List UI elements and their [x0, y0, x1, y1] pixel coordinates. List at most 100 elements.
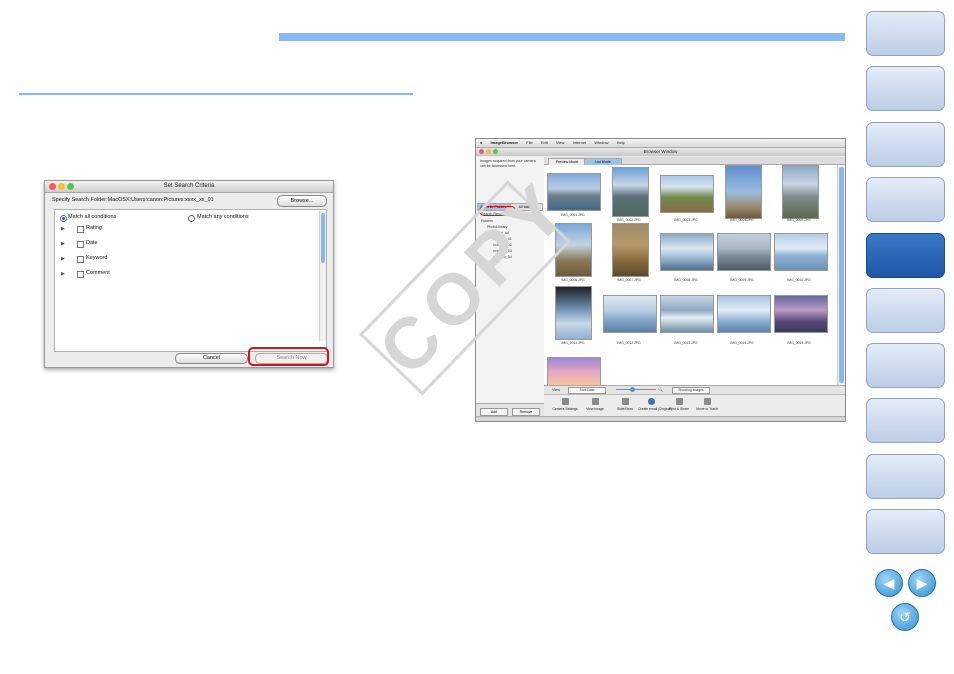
browse-button[interactable]: Browse...	[277, 195, 327, 207]
disclosure-triangle-icon[interactable]: ▶	[61, 241, 65, 247]
set-search-criteria-dialog: Set Search Criteria Specify Search Folde…	[44, 180, 334, 368]
photo-thumbnail[interactable]	[717, 233, 771, 271]
match-any-label: Match any conditions	[197, 214, 249, 220]
menu-file[interactable]: File	[526, 140, 532, 145]
disclosure-triangle-icon[interactable]: ▶	[61, 256, 65, 262]
scrollbar-thumb[interactable]	[839, 167, 844, 383]
move-to-trash-button[interactable]: Move to Trash	[694, 398, 720, 411]
photo-thumbnail[interactable]	[547, 357, 601, 385]
match-all-label: Match all conditions	[68, 214, 117, 220]
rating-label: Rating	[86, 225, 102, 231]
date-label: Date	[86, 240, 98, 246]
nav-tab-9[interactable]	[866, 454, 945, 499]
minimize-window-icon[interactable]	[486, 149, 491, 154]
camera-icon	[561, 398, 569, 405]
menu-view[interactable]: View	[556, 140, 565, 145]
view-bar: View Shot Date 🔍 Shooting Images	[544, 385, 845, 394]
menu-edit[interactable]: Edit	[541, 140, 548, 145]
return-icon[interactable]: ↺	[891, 603, 919, 631]
criteria-scrollbar[interactable]	[319, 211, 326, 341]
image-icon	[591, 398, 599, 405]
email-icon	[647, 398, 655, 405]
search-folder-label: Specify Search Folder:MacOSX:Users:canon…	[52, 197, 214, 203]
trash-icon	[703, 398, 711, 405]
photo-thumbnail[interactable]	[725, 165, 762, 219]
match-all-radio[interactable]	[60, 215, 67, 222]
thumbnail-caption: IMG_0015.JPG	[787, 341, 811, 345]
nav-tab-4[interactable]	[866, 177, 945, 222]
nav-tab-6[interactable]	[866, 288, 945, 333]
bottom-toolbar: Camera Settings View Image SlideShow Cre…	[544, 394, 845, 417]
photo-thumbnail[interactable]	[612, 223, 649, 277]
photo-thumbnail[interactable]	[782, 165, 819, 219]
photo-thumbnail[interactable]	[774, 295, 828, 333]
photo-thumbnail[interactable]	[774, 233, 828, 271]
thumbnail-caption: IMG_0004.JPG	[730, 218, 754, 222]
disclosure-triangle-icon[interactable]: ▶	[61, 226, 65, 232]
apple-menu-icon[interactable]: ●	[480, 140, 482, 145]
next-page-icon[interactable]: ▶	[908, 569, 936, 597]
thumbnail-caption: IMG_0003.JPG	[674, 218, 698, 222]
nav-tab-5[interactable]	[866, 233, 945, 278]
browser-titlebar: Browser Window	[476, 148, 845, 156]
criteria-panel: Match all conditions Match any condition…	[54, 209, 327, 352]
disclosure-triangle-icon[interactable]: ▶	[61, 271, 65, 277]
display-select[interactable]: Shooting Images	[672, 387, 710, 394]
thumbnail-caption: IMG_0008.JPG	[674, 278, 698, 282]
nav-tab-10[interactable]	[866, 509, 945, 554]
printer-icon	[675, 398, 683, 405]
grid-scrollbar[interactable]	[837, 165, 845, 385]
match-any-radio[interactable]	[188, 215, 195, 222]
rating-checkbox[interactable]	[77, 226, 84, 233]
create-email-button[interactable]: Create email (Original)	[638, 398, 672, 411]
close-window-icon[interactable]	[479, 149, 484, 154]
thumbnail-caption: IMG_0005.JPG	[787, 218, 811, 222]
browser-window-title: Browser Window	[643, 149, 678, 154]
photo-thumbnail[interactable]	[660, 175, 714, 213]
menu-help[interactable]: Help	[617, 140, 625, 145]
header-accent-bar	[279, 33, 845, 41]
keyword-label: Keyword	[86, 255, 108, 261]
print-share-button[interactable]: Print & Share	[666, 398, 692, 411]
zoom-icon[interactable]: 🔍	[658, 386, 663, 394]
thumbnail-caption: IMG_0010.JPG	[787, 278, 811, 282]
slideshow-button[interactable]: SlideShow	[612, 398, 638, 411]
scrollbar-thumb[interactable]	[321, 213, 325, 263]
zoom-slider[interactable]	[616, 389, 656, 390]
nav-tab-7[interactable]	[866, 343, 945, 388]
cancel-button[interactable]: Cancel	[175, 353, 248, 364]
dialog-title: Set Search Criteria	[163, 183, 215, 189]
add-folder-button[interactable]: Add	[480, 408, 508, 416]
keyword-checkbox[interactable]	[77, 256, 84, 263]
menu-internet[interactable]: Internet	[573, 140, 587, 145]
photo-thumbnail[interactable]	[660, 233, 714, 271]
nav-tab-3[interactable]	[866, 122, 945, 167]
thumbnail-caption: IMG_0009.JPG	[730, 278, 754, 282]
nav-tab-8[interactable]	[866, 398, 945, 443]
nav-tab-1[interactable]	[866, 11, 945, 56]
date-checkbox[interactable]	[77, 241, 84, 248]
comment-checkbox[interactable]	[77, 271, 84, 278]
photo-thumbnail[interactable]	[603, 295, 657, 333]
photo-thumbnail[interactable]	[612, 167, 649, 217]
thumbnail-caption: IMG_0013.JPG	[674, 341, 698, 345]
thumbnail-caption: IMG_0011.JPG	[561, 341, 585, 345]
dialog-titlebar: Set Search Criteria	[45, 181, 333, 193]
photo-thumbnail[interactable]	[555, 286, 592, 340]
sort-select[interactable]: Shot Date	[568, 387, 606, 394]
status-bar	[476, 416, 845, 421]
thumbnail-caption: IMG_0012.JPG	[617, 341, 641, 345]
photo-thumbnail[interactable]	[660, 295, 714, 333]
menu-app[interactable]: ImageBrowser	[491, 140, 519, 145]
view-image-button[interactable]: View Image	[582, 398, 608, 411]
search-now-highlight	[248, 347, 329, 366]
photo-thumbnail[interactable]	[717, 295, 771, 333]
zoom-slider-thumb[interactable]	[630, 387, 635, 392]
camera-settings-button[interactable]: Camera Settings	[552, 398, 578, 411]
previous-page-icon[interactable]: ◀	[875, 569, 903, 597]
remove-folder-button[interactable]: Remove	[512, 408, 540, 416]
zoom-window-icon[interactable]	[493, 149, 498, 154]
menu-window[interactable]: Window	[594, 140, 608, 145]
thumbnail-caption: IMG_0006.JPG	[561, 278, 585, 282]
nav-tab-2[interactable]	[866, 66, 945, 111]
